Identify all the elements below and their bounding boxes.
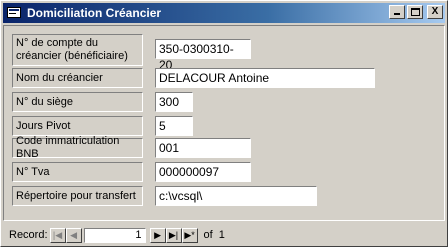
record-of-label: of — [203, 229, 213, 241]
window-controls: X — [389, 5, 443, 19]
window-title: Domiciliation Créancier — [27, 6, 162, 20]
label-compte-creancier: N° de compte du créancier (bénéficiaire) — [12, 34, 143, 66]
record-navigation-bar: Record: |◀ ◀ 1 ▶ ▶| ▶* of 1 — [3, 227, 445, 243]
minimize-button[interactable] — [389, 5, 405, 19]
record-total: 1 — [218, 229, 225, 241]
current-record-input[interactable]: 1 — [83, 227, 146, 243]
record-label: Record: — [9, 229, 48, 241]
last-record-icon: ▶| — [168, 229, 179, 240]
new-record-icon: ▶* — [184, 229, 195, 240]
form-detail-area: N° de compte du créancier (bénéficiaire)… — [3, 25, 445, 221]
label-jours-pivot: Jours Pivot — [12, 116, 143, 136]
code-bnb-field[interactable]: 001 — [155, 138, 251, 158]
label-numero-siege: N° du siège — [12, 92, 143, 112]
first-record-icon: |◀ — [52, 229, 63, 240]
maximize-icon — [411, 8, 420, 16]
repertoire-transfert-field[interactable]: c:\vcsql\ — [155, 186, 317, 206]
next-record-icon: ▶ — [154, 229, 161, 240]
label-numero-tva: N° Tva — [12, 162, 143, 182]
close-icon: X — [431, 6, 439, 17]
label-nom-creancier: Nom du créancier — [12, 68, 143, 88]
compte-creancier-field[interactable]: 350-0300310-20 — [155, 39, 251, 72]
title-bar[interactable]: Domiciliation Créancier X — [3, 3, 445, 23]
numero-siege-field[interactable]: 300 — [155, 92, 193, 112]
label-repertoire-transfert: Répertoire pour transfert — [12, 186, 143, 206]
last-record-button[interactable]: ▶| — [165, 227, 182, 243]
maximize-button[interactable] — [407, 5, 423, 19]
minimize-icon — [394, 13, 400, 15]
form-icon — [7, 6, 23, 20]
label-code-bnb: Code immatriculation BNB — [12, 135, 143, 160]
previous-record-icon: ◀ — [70, 229, 77, 240]
nom-creancier-field[interactable]: DELACOUR Antoine — [155, 68, 375, 88]
close-button[interactable]: X — [427, 5, 443, 19]
jours-pivot-field[interactable]: 5 — [155, 116, 193, 136]
numero-tva-field[interactable]: 000000097 — [155, 162, 251, 182]
first-record-button[interactable]: |◀ — [49, 227, 66, 243]
form-window: Domiciliation Créancier X N° de compte d… — [0, 0, 448, 247]
next-record-button[interactable]: ▶ — [149, 227, 166, 243]
new-record-button[interactable]: ▶* — [181, 227, 198, 243]
previous-record-button[interactable]: ◀ — [65, 227, 82, 243]
